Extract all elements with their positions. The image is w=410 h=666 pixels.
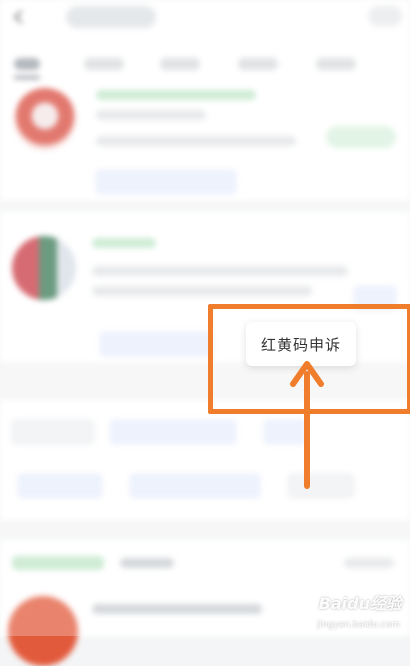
arrow-up-icon (290, 361, 324, 489)
watermark-brand: Baidu经验 (318, 594, 402, 613)
watermark-url: jingyan.baidu.com (316, 620, 400, 630)
